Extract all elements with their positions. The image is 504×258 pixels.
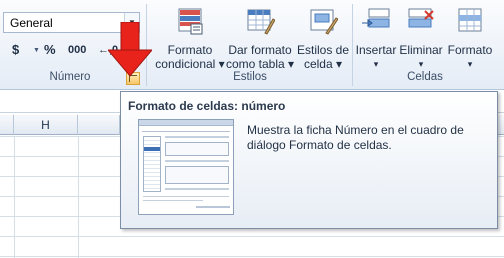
cell-styles-label-2: celda ▾ xyxy=(303,57,343,71)
thumbnail-footer xyxy=(143,196,229,205)
format-as-table-button[interactable]: Dar formato como tabla ▾ xyxy=(222,6,298,71)
format-cells-button[interactable]: Formato ▾ xyxy=(446,6,494,71)
delete-cells-dropdown-icon: ▾ xyxy=(418,59,424,69)
column-header[interactable] xyxy=(78,115,120,135)
grid-line xyxy=(78,136,79,258)
insert-cells-icon xyxy=(362,8,390,28)
group-divider xyxy=(352,4,353,86)
group-label-number: Número xyxy=(49,71,91,83)
format-as-table-label-1: Dar formato xyxy=(228,43,292,57)
thumbnail-options-pane xyxy=(165,136,229,192)
format-cells-label: Formato xyxy=(447,43,493,57)
group-label-styles: Estilos xyxy=(233,71,267,83)
format-cells-dialog-thumbnail xyxy=(138,119,234,215)
group-label-cells: Celdas xyxy=(407,71,443,83)
delete-cells-label: Eliminar xyxy=(399,43,443,57)
conditional-format-label-2: condicional ▾ xyxy=(155,57,225,71)
thumbnail-buttons xyxy=(196,206,230,211)
currency-button[interactable]: $ xyxy=(12,42,19,57)
insert-cells-label: Insertar xyxy=(355,43,397,57)
tooltip: Formato de celdas: número Muestra la fic… xyxy=(120,91,498,229)
thumbnail-category-list xyxy=(143,136,161,192)
cell-styles-icon xyxy=(310,9,339,35)
conditional-format-icon xyxy=(178,8,203,35)
cell-styles-label-1: Estilos de xyxy=(296,43,350,57)
number-format-value: General xyxy=(10,16,53,30)
cell-styles-button[interactable]: Estilos de celda ▾ xyxy=(294,6,352,71)
column-header[interactable] xyxy=(0,115,14,135)
thumbnail-tabs xyxy=(142,128,230,132)
conditional-format-button[interactable]: Formato condicional ▾ xyxy=(154,6,226,71)
thousands-separator-button[interactable]: 000 xyxy=(68,44,86,56)
format-cells-dropdown-icon: ▾ xyxy=(467,59,473,69)
column-header-h[interactable]: H xyxy=(14,115,78,135)
format-as-table-label-2: como tabla ▾ xyxy=(225,57,295,71)
insert-cells-dropdown-icon: ▾ xyxy=(373,59,379,69)
conditional-format-label-1: Formato xyxy=(167,43,213,57)
delete-cells-icon xyxy=(408,8,434,28)
format-cells-icon xyxy=(458,8,482,32)
percent-button[interactable]: % xyxy=(44,42,56,57)
tooltip-description: Muestra la ficha Número en el cuadro de … xyxy=(247,123,464,152)
red-arrow-icon xyxy=(108,22,152,77)
currency-dropdown-icon[interactable]: ▼ xyxy=(33,47,40,54)
ribbon: General ▼ $ ▼ % 000 ←,0 Número Formato c… xyxy=(0,0,504,90)
delete-cells-button[interactable]: Eliminar ▾ xyxy=(398,6,444,71)
insert-cells-button[interactable]: Insertar ▾ xyxy=(354,6,398,71)
thumbnail-titlebar xyxy=(139,120,233,126)
format-as-table-icon xyxy=(247,9,276,35)
tooltip-title: Formato de celdas: número xyxy=(128,99,286,113)
grid-line xyxy=(14,136,15,258)
